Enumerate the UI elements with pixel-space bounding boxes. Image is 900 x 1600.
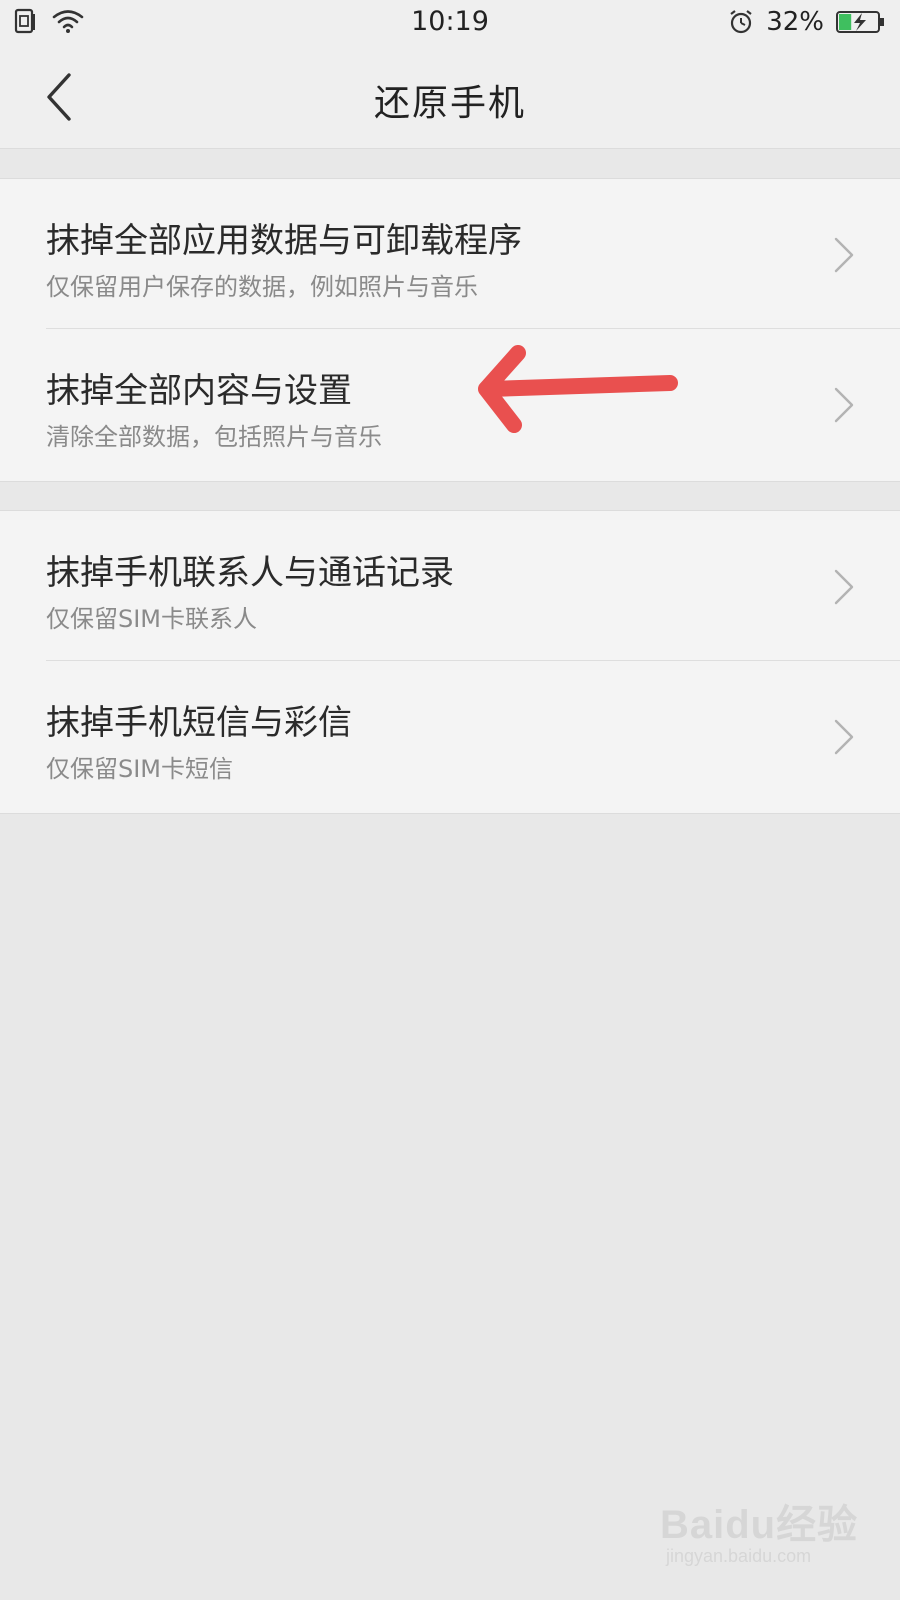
item-subtitle: 清除全部数据，包括照片与音乐 — [46, 423, 382, 451]
battery-percent: 32% — [766, 7, 824, 37]
item-title: 抹掉全部内容与设置 — [46, 371, 352, 411]
chevron-right-icon — [834, 719, 854, 755]
item-subtitle: 仅保留用户保存的数据，例如照片与音乐 — [46, 273, 478, 301]
annotation-arrow-icon — [478, 345, 678, 433]
battery-charging-icon — [836, 11, 884, 33]
page-title: 还原手机 — [373, 83, 526, 124]
alarm-icon — [730, 10, 752, 34]
status-bar: 10:19 32% — [0, 0, 900, 46]
watermark: Baidu经验 jingyan.baidu.com — [660, 1484, 860, 1580]
item-subtitle: 仅保留SIM卡短信 — [46, 755, 234, 783]
item-title: 抹掉手机短信与彩信 — [46, 703, 352, 743]
item-subtitle: 仅保留SIM卡联系人 — [46, 605, 258, 633]
settings-group-1: 抹掉全部应用数据与可卸载程序 仅保留用户保存的数据，例如照片与音乐 抹掉全部内容… — [0, 178, 900, 482]
item-title: 抹掉手机联系人与通话记录 — [46, 553, 454, 593]
erase-contacts-item[interactable]: 抹掉手机联系人与通话记录 仅保留SIM卡联系人 — [0, 511, 900, 661]
chevron-right-icon — [834, 569, 854, 605]
erase-apps-data-item[interactable]: 抹掉全部应用数据与可卸载程序 仅保留用户保存的数据，例如照片与音乐 — [0, 179, 900, 329]
item-title: 抹掉全部应用数据与可卸载程序 — [46, 221, 522, 261]
chevron-right-icon — [834, 237, 854, 273]
erase-all-content-item[interactable]: 抹掉全部内容与设置 清除全部数据，包括照片与音乐 — [0, 329, 900, 479]
nav-bar: 还原手机 — [0, 46, 900, 149]
watermark-url: jingyan.baidu.com — [666, 1546, 812, 1566]
erase-messages-item[interactable]: 抹掉手机短信与彩信 仅保留SIM卡短信 — [0, 661, 900, 811]
status-right-icons: 32% — [728, 7, 886, 37]
chevron-right-icon — [834, 387, 854, 423]
watermark-brand: Baidu经验 — [660, 1503, 859, 1547]
settings-group-2: 抹掉手机联系人与通话记录 仅保留SIM卡联系人 抹掉手机短信与彩信 仅保留SIM… — [0, 510, 900, 814]
